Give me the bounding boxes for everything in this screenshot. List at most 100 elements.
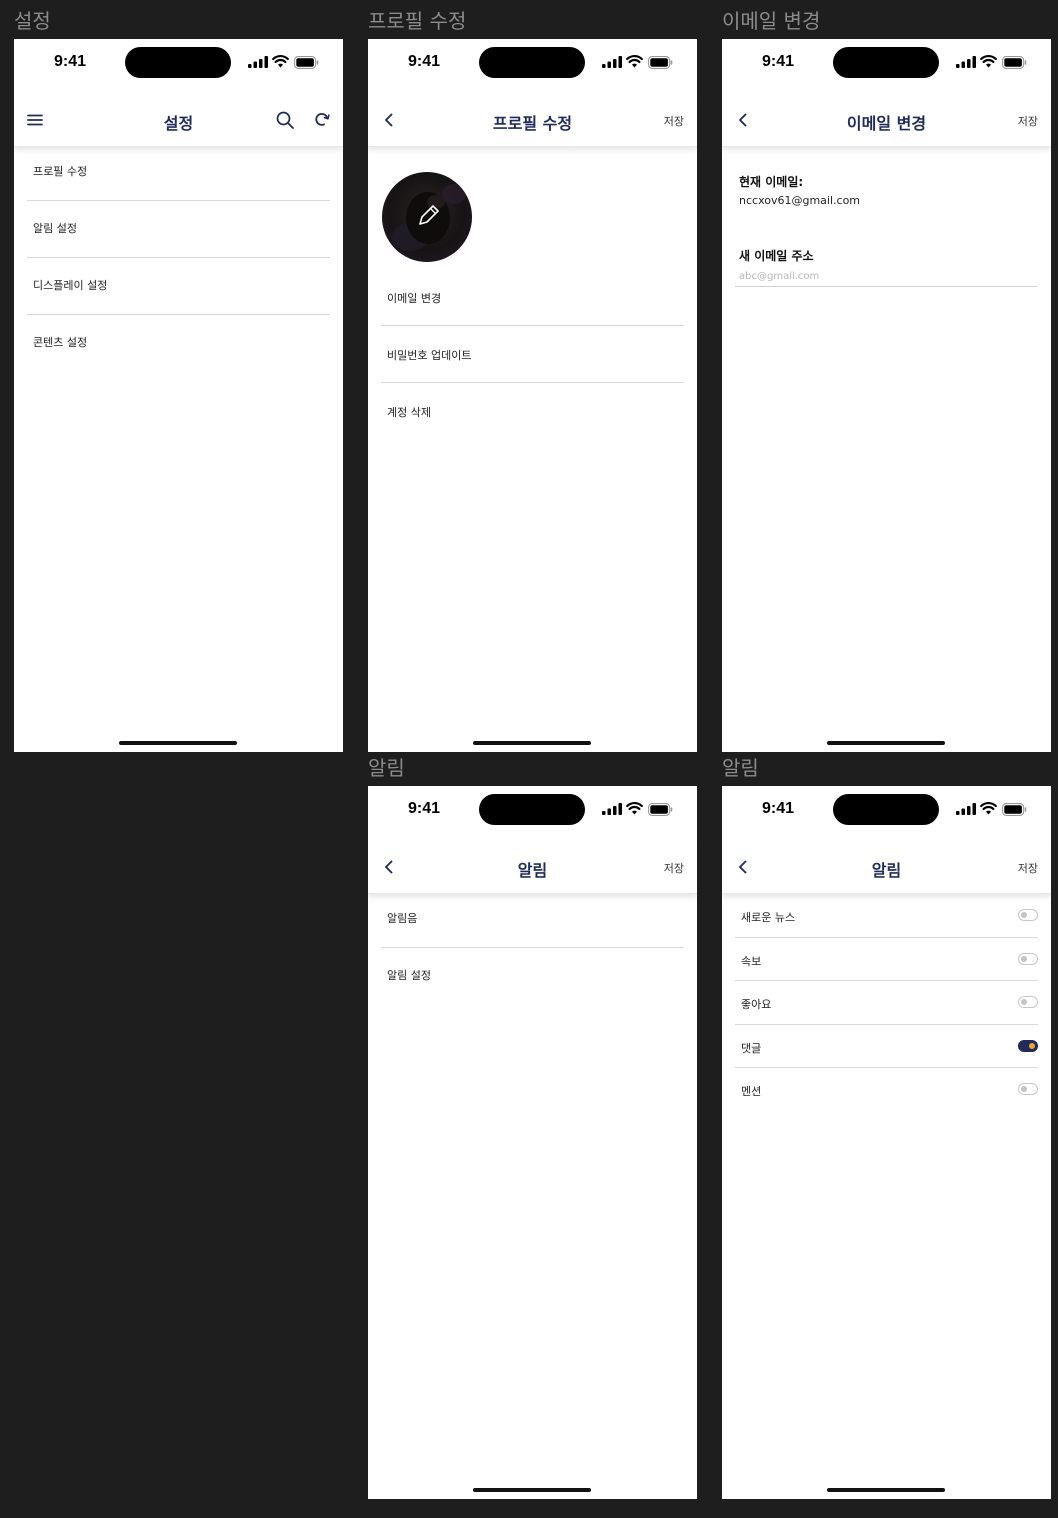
frame-label-settings: 설정 [14, 9, 51, 33]
status-bar: 9:41 [722, 39, 1051, 89]
settings-header: 설정 [14, 97, 343, 147]
profile-item-label: 계정 삭제 [387, 406, 431, 419]
email-screen: 9:41 이메일 변경 저장 현재 이메일: nccxov61@gmail.co… [722, 39, 1051, 752]
toggle-row-label: 멘션 [741, 1085, 762, 1098]
toggle-knob [1021, 912, 1027, 918]
profile-header: 프로필 수정 저장 [368, 97, 697, 147]
new-email-label: 새 이메일 주소 [739, 249, 814, 263]
toggle-row-label: 새로운 뉴스 [741, 911, 796, 924]
cellular-signal-icon [602, 803, 622, 815]
home-indicator[interactable] [827, 741, 945, 745]
toggle-row-label: 댓글 [741, 1041, 762, 1055]
page-title: 알림 [871, 861, 902, 880]
battery-icon [648, 803, 673, 816]
page-title: 이메일 변경 [846, 114, 927, 133]
battery-icon [294, 56, 319, 69]
save-button[interactable]: 저장 [664, 860, 684, 876]
new-email-input[interactable] [735, 267, 1037, 287]
email-header: 이메일 변경 저장 [722, 97, 1051, 147]
page-title: 프로필 수정 [492, 114, 573, 133]
notify-item-label: 알림음 [387, 912, 418, 925]
dynamic-island [479, 794, 585, 825]
toggle-row-likes: 좋아요 [735, 981, 1038, 1025]
toggle-row-label: 좋아요 [741, 998, 772, 1011]
profile-item-label: 이메일 변경 [387, 292, 442, 305]
notifications-toggles-screen: 9:41 알림 저장 새로운 뉴스 속보 좋아요 댓글 멘션 [722, 786, 1051, 1499]
notifications-header: 알림 저장 [722, 844, 1051, 894]
status-time: 9:41 [408, 800, 441, 817]
notifications-menu-screen: 9:41 알림 저장 알림음 알림 설정 [368, 786, 697, 1499]
dynamic-island [125, 47, 231, 78]
home-indicator[interactable] [473, 1488, 591, 1492]
settings-item-profile[interactable]: 프로필 수정 [27, 144, 330, 201]
status-bar: 9:41 [368, 786, 697, 836]
toggle-knob [1021, 1086, 1027, 1092]
frame-label-notify2: 알림 [722, 756, 759, 780]
refresh-icon[interactable] [311, 109, 333, 131]
profile-screen: 9:41 프로필 수정 저장 이메일 변경 비밀번호 업데이트 계정 삭제 [368, 39, 697, 752]
settings-item-label: 프로필 수정 [33, 165, 88, 178]
breaking-news-toggle[interactable] [1018, 952, 1038, 965]
toggle-row-new-news: 새로운 뉴스 [735, 894, 1038, 938]
wifi-icon [980, 54, 997, 68]
mentions-toggle[interactable] [1018, 1083, 1038, 1095]
settings-item-content[interactable]: 콘텐츠 설정 [27, 315, 330, 372]
toggle-row-label: 속보 [741, 954, 762, 968]
home-indicator[interactable] [827, 1488, 945, 1492]
profile-item-change-email[interactable]: 이메일 변경 [381, 269, 684, 326]
notifications-menu-list: 알림음 알림 설정 [381, 891, 684, 1005]
profile-item-update-password[interactable]: 비밀번호 업데이트 [381, 326, 684, 383]
toggle-knob [1021, 955, 1027, 962]
status-time: 9:41 [762, 800, 795, 817]
battery-icon [648, 56, 673, 69]
profile-item-label: 비밀번호 업데이트 [387, 349, 472, 362]
wifi-icon [626, 54, 643, 68]
home-indicator[interactable] [473, 741, 591, 745]
toggle-row-mentions: 멘션 [735, 1068, 1038, 1112]
settings-item-label: 디스플레이 설정 [33, 279, 108, 292]
toggle-row-breaking-news: 속보 [735, 938, 1038, 981]
wifi-icon [272, 54, 289, 68]
battery-icon [1002, 803, 1027, 816]
comments-toggle[interactable] [1018, 1039, 1038, 1052]
save-button[interactable]: 저장 [1018, 860, 1038, 876]
current-email-value: nccxov61@gmail.com [739, 194, 861, 207]
toggle-knob [1021, 999, 1027, 1005]
profile-avatar[interactable] [382, 172, 472, 262]
status-bar: 9:41 [722, 786, 1051, 836]
frame-label-email: 이메일 변경 [722, 9, 821, 33]
dynamic-island [479, 47, 585, 78]
cellular-signal-icon [248, 56, 268, 68]
search-icon[interactable] [274, 109, 296, 131]
save-button[interactable]: 저장 [664, 113, 684, 129]
settings-item-display[interactable]: 디스플레이 설정 [27, 258, 330, 315]
settings-item-label: 콘텐츠 설정 [33, 336, 88, 349]
notify-item-settings[interactable]: 알림 설정 [381, 948, 684, 1005]
new-news-toggle[interactable] [1018, 909, 1038, 921]
notify-item-label: 알림 설정 [387, 969, 431, 982]
edit-pencil-icon [419, 205, 439, 225]
battery-icon [1002, 56, 1027, 69]
status-time: 9:41 [408, 53, 441, 70]
status-time: 9:41 [762, 53, 795, 70]
toggle-row-comments: 댓글 [735, 1025, 1038, 1068]
cellular-signal-icon [956, 56, 976, 68]
save-button[interactable]: 저장 [1018, 113, 1038, 129]
settings-list: 프로필 수정 알림 설정 디스플레이 설정 콘텐츠 설정 [27, 144, 330, 372]
dynamic-island [833, 47, 939, 78]
notify-item-sound[interactable]: 알림음 [381, 891, 684, 948]
status-bar: 9:41 [14, 39, 343, 89]
profile-item-delete-account[interactable]: 계정 삭제 [381, 383, 684, 440]
dynamic-island [833, 794, 939, 825]
settings-item-notifications[interactable]: 알림 설정 [27, 201, 330, 258]
notifications-header: 알림 저장 [368, 844, 697, 894]
toggle-knob [1029, 1042, 1035, 1049]
status-time: 9:41 [54, 53, 87, 70]
wifi-icon [980, 801, 997, 815]
settings-item-label: 알림 설정 [33, 222, 77, 235]
cellular-signal-icon [956, 803, 976, 815]
likes-toggle[interactable] [1018, 996, 1038, 1008]
frame-label-notify1: 알림 [368, 756, 405, 780]
cellular-signal-icon [602, 56, 622, 68]
home-indicator[interactable] [119, 741, 237, 745]
